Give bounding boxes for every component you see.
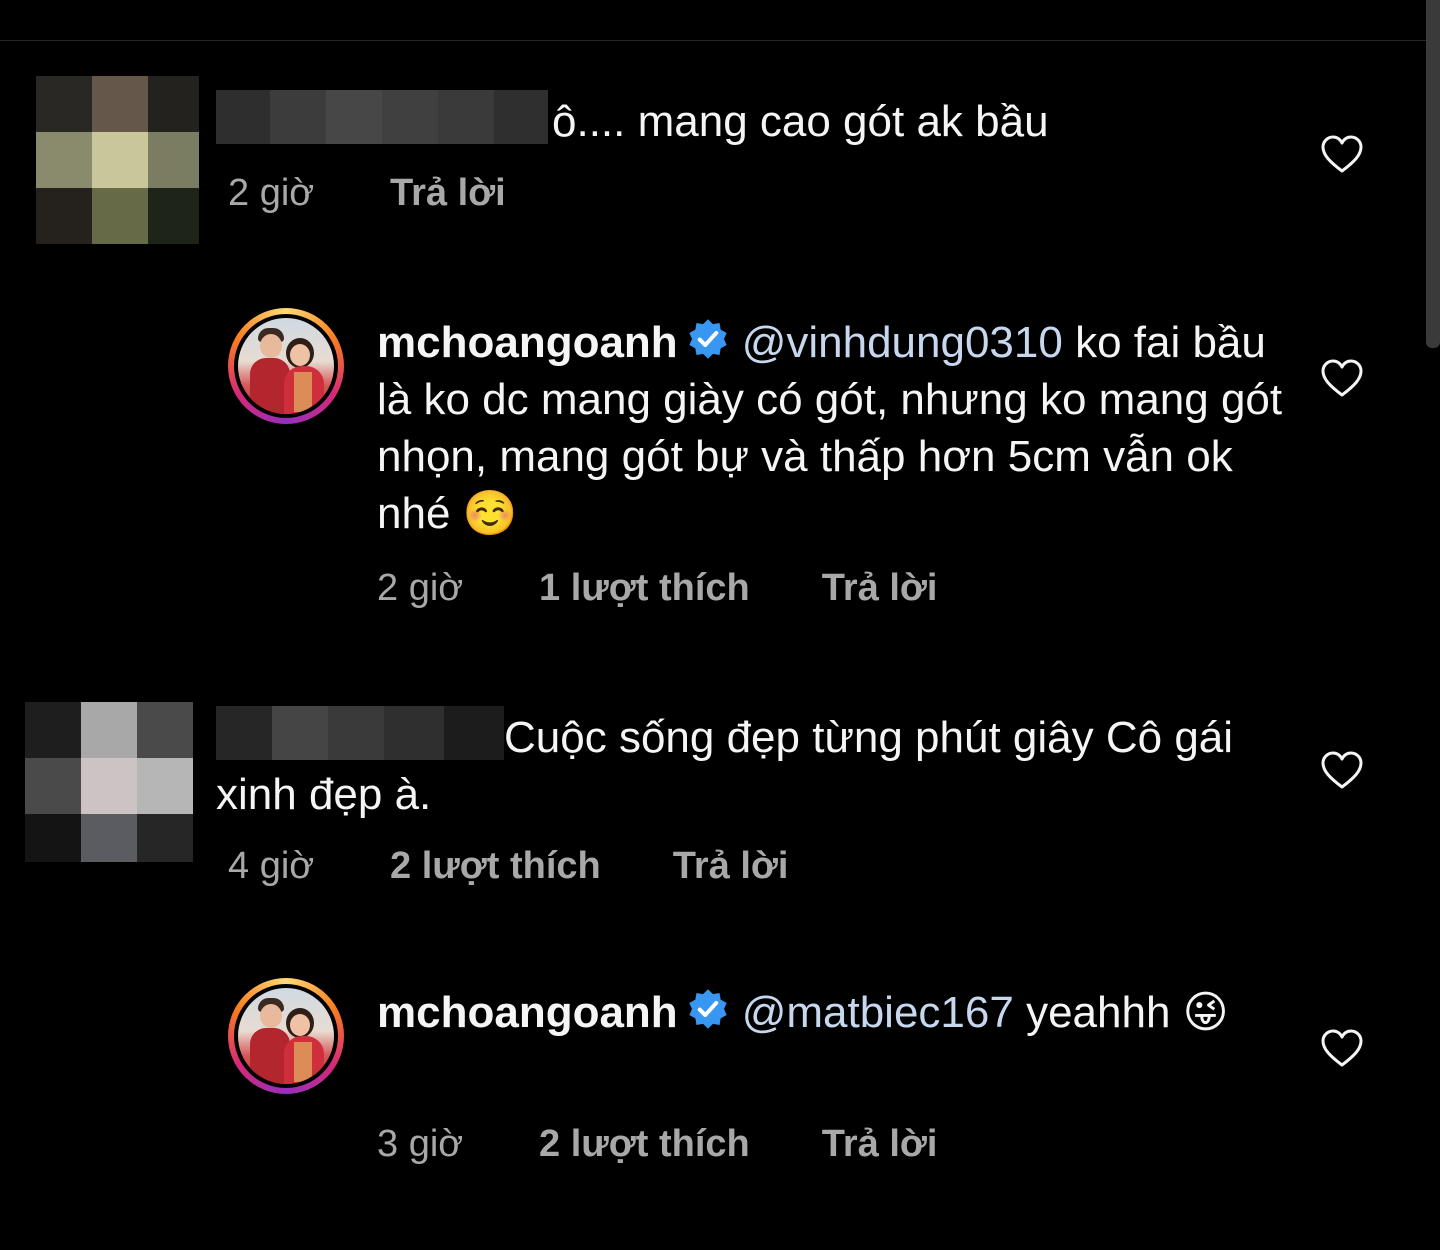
reply-text: mchoangoanh @matbiec167 yeahhh 😜 (377, 988, 1229, 1037)
avatar-blurred[interactable] (36, 76, 199, 244)
avatar-blurred[interactable] (25, 702, 193, 862)
avatar-photo (238, 318, 334, 414)
scrollbar[interactable] (1426, 0, 1440, 348)
comment-time: 2 giờ (228, 172, 315, 214)
heart-outline-icon[interactable] (1320, 750, 1364, 790)
reply-time: 2 giờ (377, 567, 464, 609)
heart-outline-icon[interactable] (1320, 134, 1364, 174)
top-divider (0, 40, 1426, 41)
username-link[interactable]: mchoangoanh (377, 988, 678, 1037)
comment-text: ô.... mang cao gót ak bầu (216, 90, 1296, 150)
verified-badge-icon (688, 319, 727, 359)
username-link[interactable]: mchoangoanh (377, 318, 678, 367)
username-blurred[interactable] (216, 90, 548, 144)
likes-count[interactable]: 2 lượt thích (539, 1123, 750, 1166)
reply-text: mchoangoanh @vinhdung0310 ko fai bầu là k… (377, 318, 1283, 538)
mention-link[interactable]: @vinhdung0310 (742, 318, 1063, 367)
reply-button[interactable]: Trả lời (390, 172, 506, 215)
likes-count[interactable]: 2 lượt thích (390, 845, 601, 888)
reply-meta: 3 giờ 2 lượt thích Trả lời (377, 1123, 938, 1166)
verified-badge-icon (688, 989, 727, 1029)
avatar-photo (238, 988, 334, 1084)
reply-button[interactable]: Trả lời (822, 1123, 938, 1166)
comment-meta: 2 giờ Trả lời (228, 172, 506, 215)
comment-meta: 4 giờ 2 lượt thích Trả lời (228, 845, 789, 888)
avatar-story-ring[interactable] (228, 978, 344, 1094)
likes-count[interactable]: 1 lượt thích (539, 567, 750, 610)
heart-outline-icon[interactable] (1320, 358, 1364, 398)
reply-button[interactable]: Trả lời (822, 567, 938, 610)
comment-time: 4 giờ (228, 845, 315, 887)
comment-text: Cuộc sống đẹp từng phút giây Cô gái xinh… (216, 706, 1276, 823)
reply-meta: 2 giờ 1 lượt thích Trả lời (377, 567, 938, 610)
reply-button[interactable]: Trả lời (673, 845, 789, 888)
heart-outline-icon[interactable] (1320, 1028, 1364, 1068)
username-blurred[interactable] (216, 706, 504, 760)
avatar-story-ring[interactable] (228, 308, 344, 424)
mention-link[interactable]: @matbiec167 (742, 988, 1014, 1037)
reply-time: 3 giờ (377, 1123, 464, 1165)
